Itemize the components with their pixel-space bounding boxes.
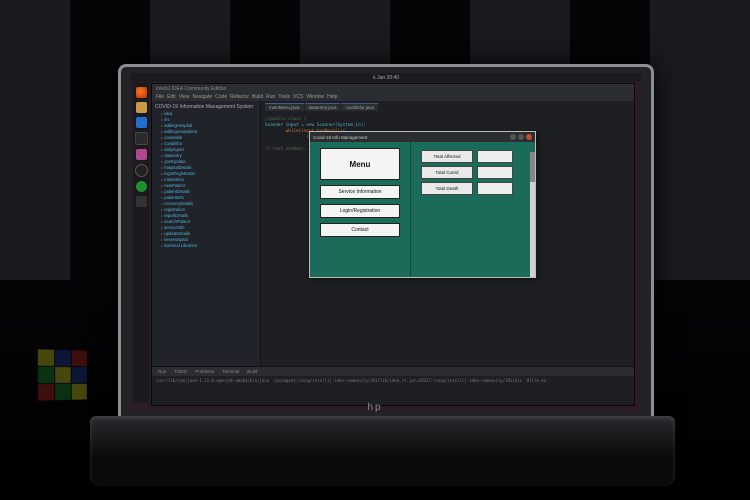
- obs-icon[interactable]: [135, 164, 148, 177]
- menu-button[interactable]: Menu: [320, 148, 400, 180]
- green-app-icon[interactable]: [136, 181, 147, 192]
- laptop-lid: 6 Jan 20:40 IntelliJ IDEA Community Edit…: [118, 64, 654, 425]
- menu-item[interactable]: Build: [252, 94, 263, 100]
- menu-item[interactable]: Window: [306, 94, 324, 100]
- laptop-base: [90, 416, 675, 486]
- java-app-window[interactable]: Covid-19 Info Management Menu Service In…: [309, 131, 536, 278]
- bottom-tab[interactable]: Terminal: [219, 369, 242, 374]
- total-death-value: [477, 182, 513, 195]
- ide-title-text: IntelliJ IDEA Community Edition: [156, 86, 226, 92]
- rubiks-cube: [38, 349, 87, 400]
- app-left-panel: Menu Service Information Login/Registrat…: [310, 142, 410, 277]
- app-right-panel: Total Affected Total Cured Total Death: [410, 142, 535, 277]
- terminal-icon[interactable]: [135, 132, 148, 145]
- app-icon[interactable]: [136, 149, 147, 160]
- project-tree[interactable]: COVID-19 Information Management System i…: [152, 101, 261, 367]
- editor-tab[interactable]: mainMenu.java: [265, 103, 304, 111]
- bottom-tabs[interactable]: Run TODO Problems Terminal Build: [152, 367, 634, 376]
- bottom-tab[interactable]: Run: [155, 369, 169, 374]
- stat-row: Total Affected: [421, 150, 513, 163]
- close-icon[interactable]: [526, 134, 532, 140]
- files-icon[interactable]: [136, 102, 147, 113]
- ide-bottom-panel[interactable]: Run TODO Problems Terminal Build /usr/li…: [152, 366, 634, 405]
- menu-item[interactable]: Edit: [167, 94, 176, 100]
- project-header: COVID-19 Information Management System: [155, 103, 257, 111]
- app-body: Menu Service Information Login/Registrat…: [310, 142, 535, 277]
- stat-row: Total Cured: [421, 166, 513, 179]
- app-title: Covid-19 Info Management: [313, 135, 367, 140]
- total-cured-label: Total Cured: [421, 166, 473, 179]
- editor-tab[interactable]: covidinfor.java: [341, 103, 378, 111]
- bottom-tab[interactable]: Build: [244, 369, 260, 374]
- menu-item[interactable]: Code: [215, 94, 227, 100]
- console-line: /usr/lib/jvm/java-1.11.0-openjdk-amd64/b…: [156, 378, 630, 383]
- show-apps-icon[interactable]: [136, 196, 147, 207]
- menu-item[interactable]: Run: [266, 94, 275, 100]
- ide-titlebar[interactable]: IntelliJ IDEA Community Edition: [152, 84, 634, 93]
- total-affected-value: [477, 150, 513, 163]
- desktop[interactable]: 6 Jan 20:40 IntelliJ IDEA Community Edit…: [131, 73, 641, 412]
- photo-scene: 6 Jan 20:40 IntelliJ IDEA Community Edit…: [0, 0, 750, 500]
- editor-tab[interactable]: dataentry.java: [305, 103, 341, 111]
- tree-item[interactable]: External Libraries: [161, 243, 257, 249]
- hp-logo: hp: [367, 402, 382, 413]
- webcam: [373, 72, 377, 76]
- app-titlebar[interactable]: Covid-19 Info Management: [310, 132, 535, 142]
- bottom-tab[interactable]: Problems: [192, 369, 217, 374]
- login-registration-button[interactable]: Login/Registration: [320, 204, 400, 218]
- contact-button[interactable]: Contact: [320, 223, 400, 237]
- menu-item[interactable]: Refactor: [230, 94, 249, 100]
- run-console[interactable]: /usr/lib/jvm/java-1.11.0-openjdk-amd64/b…: [152, 376, 634, 385]
- menu-item[interactable]: View: [179, 94, 190, 100]
- firefox-icon[interactable]: [136, 87, 147, 98]
- menu-item[interactable]: File: [156, 94, 164, 100]
- laptop-screen: 6 Jan 20:40 IntelliJ IDEA Community Edit…: [131, 73, 641, 412]
- menu-item[interactable]: Tools: [278, 94, 290, 100]
- stat-row: Total Death: [421, 182, 513, 195]
- menu-item[interactable]: Help: [327, 94, 337, 100]
- menu-item[interactable]: Navigate: [192, 94, 212, 100]
- gnome-dock[interactable]: [133, 83, 149, 402]
- total-affected-label: Total Affected: [421, 150, 473, 163]
- editor-tabs[interactable]: mainMenu.java dataentry.java covidinfor.…: [265, 103, 630, 111]
- clock[interactable]: 6 Jan 20:40: [373, 75, 399, 81]
- bottom-tab[interactable]: TODO: [171, 369, 190, 374]
- service-info-button[interactable]: Service Information: [320, 185, 400, 199]
- gnome-topbar[interactable]: 6 Jan 20:40: [131, 73, 641, 82]
- maximize-icon[interactable]: [518, 134, 524, 140]
- menu-item[interactable]: VCS: [293, 94, 303, 100]
- vscode-icon[interactable]: [136, 117, 147, 128]
- minimize-icon[interactable]: [510, 134, 516, 140]
- total-cured-value: [477, 166, 513, 179]
- total-death-label: Total Death: [421, 182, 473, 195]
- scrollbar[interactable]: [530, 152, 535, 277]
- scrollbar-thumb[interactable]: [530, 152, 535, 182]
